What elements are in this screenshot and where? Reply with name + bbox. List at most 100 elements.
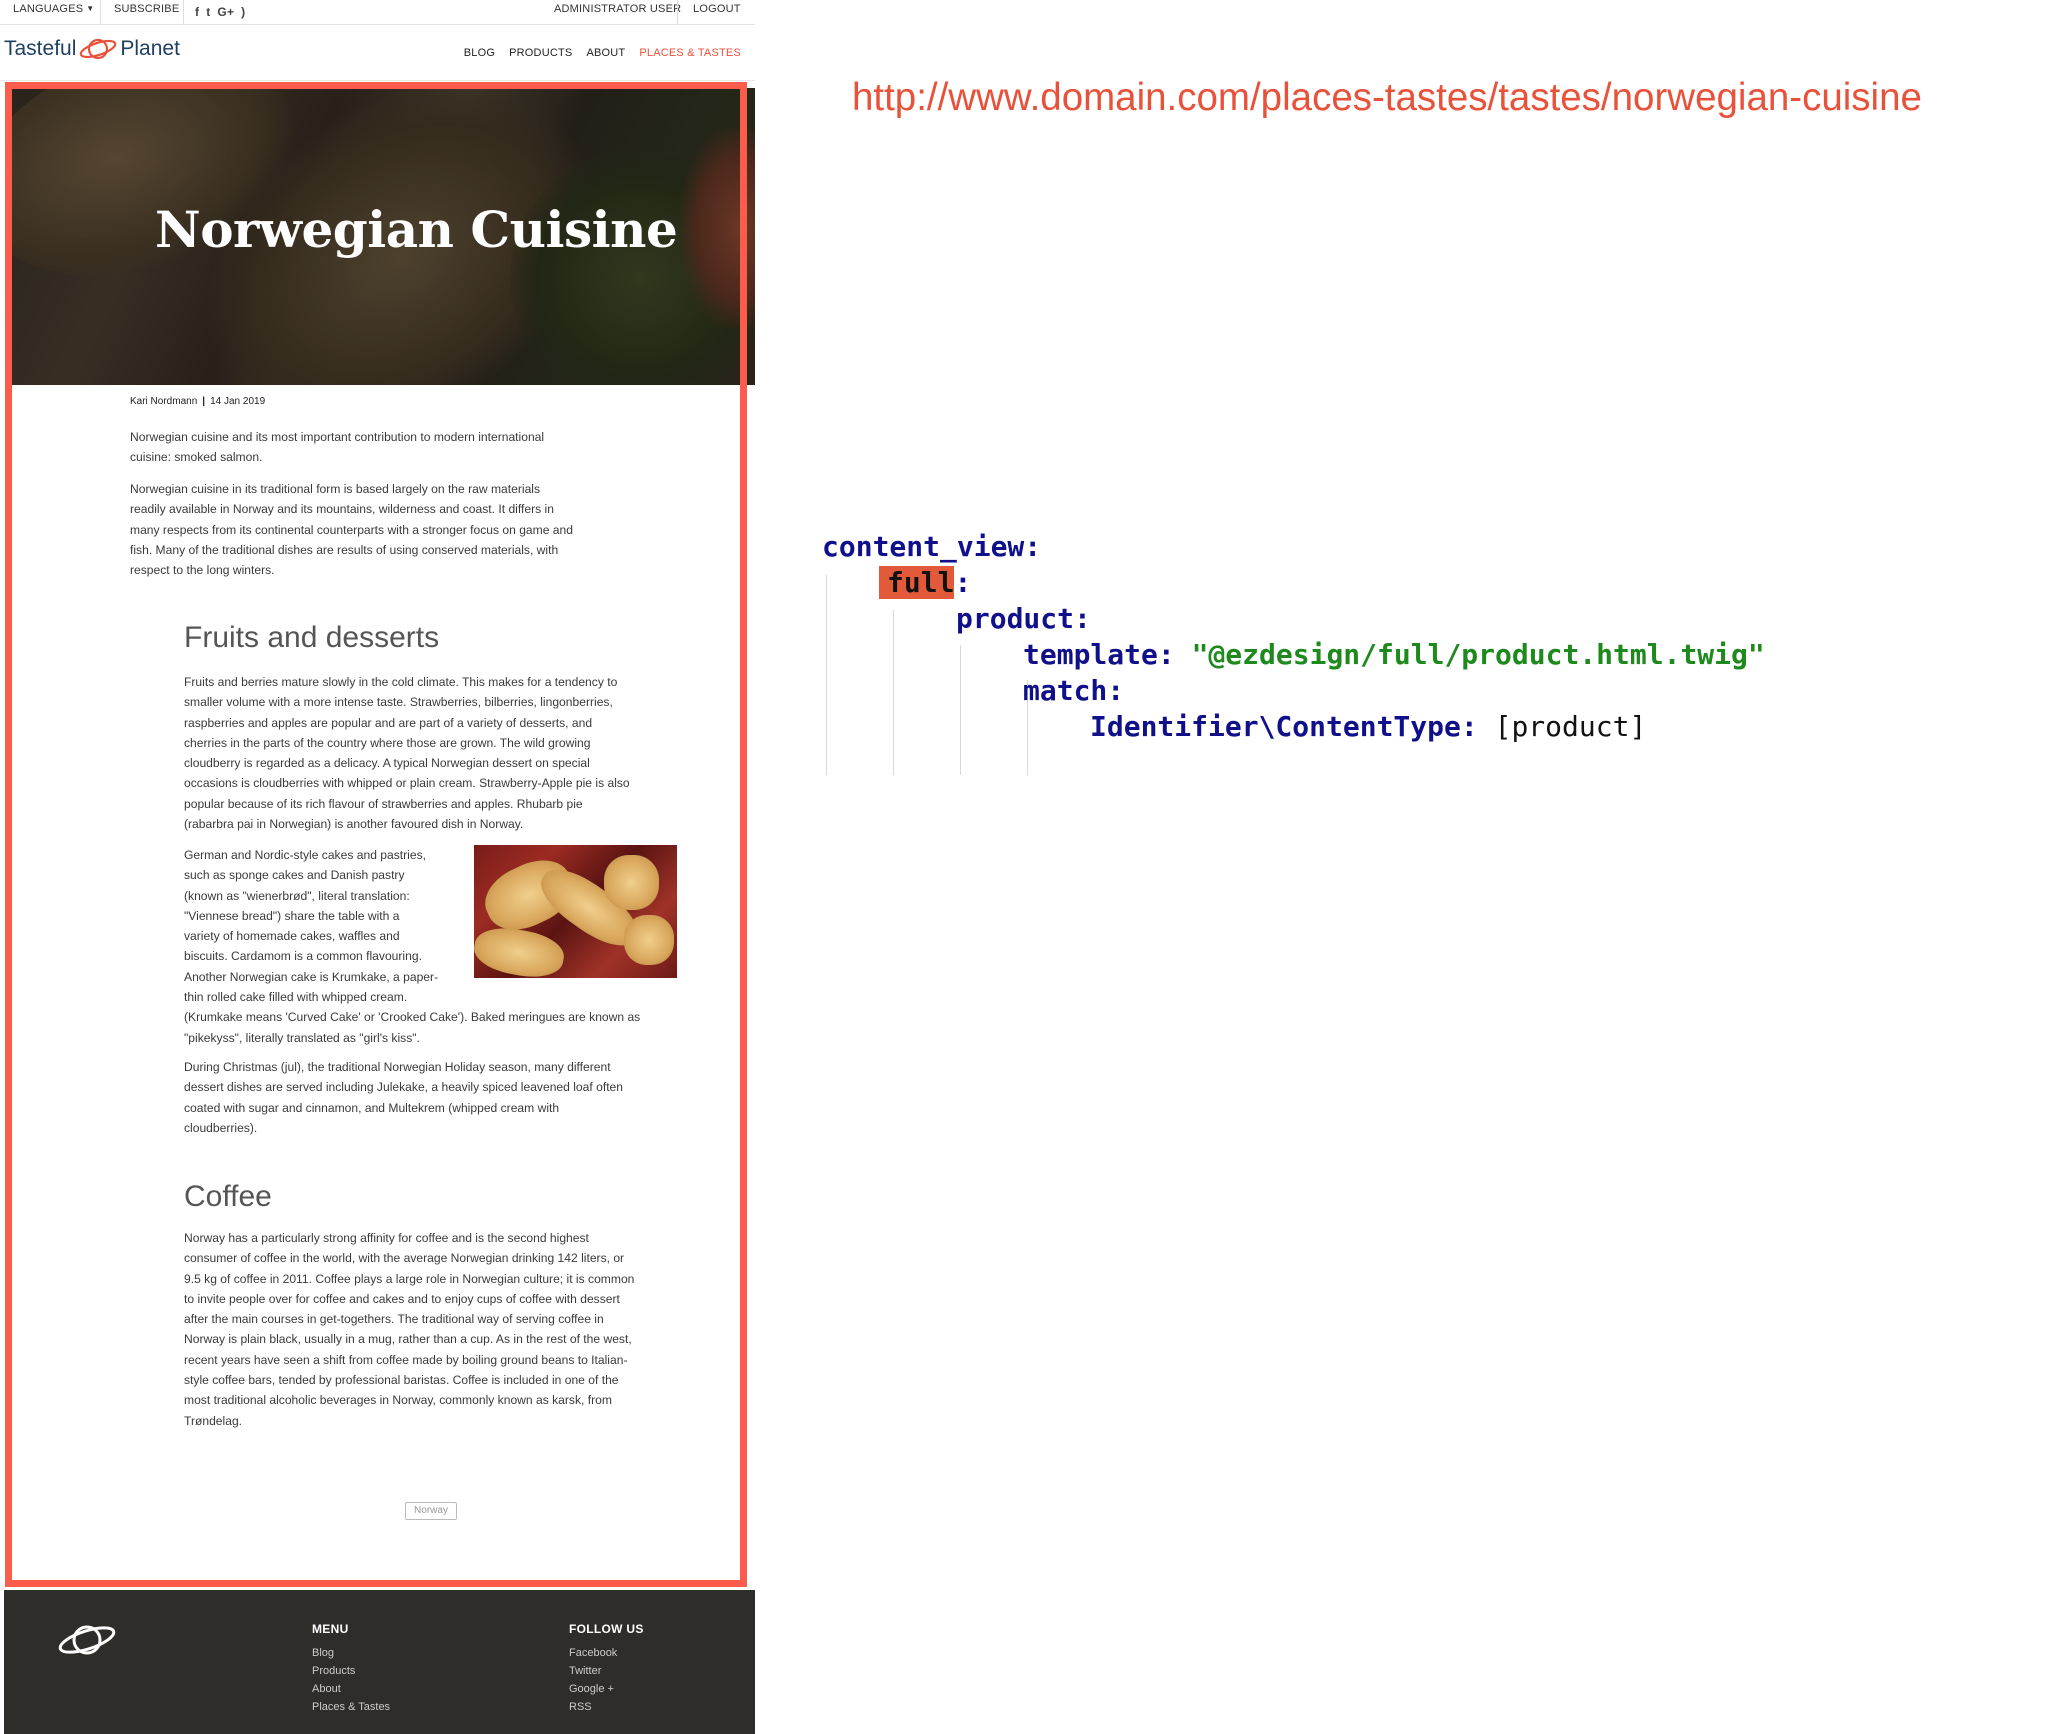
text-line: Norwegian cuisine and its most important… [130, 430, 545, 444]
text-line: German and Nordic-style cakes and pastri… [184, 848, 426, 862]
divider [100, 0, 101, 24]
text-line: smaller volume with a more intense taste… [184, 695, 613, 710]
nav-products[interactable]: PRODUCTS [509, 47, 572, 59]
main-nav: BLOG PRODUCTS ABOUT PLACES & TASTES [464, 47, 741, 59]
indent-guide [960, 645, 962, 775]
footer-link-google-plus[interactable]: Google + [569, 1680, 644, 1698]
logo-text-right: Planet [120, 37, 180, 60]
code-line-product: product: [956, 602, 1091, 635]
footer-link-twitter[interactable]: Twitter [569, 1662, 644, 1680]
rss-icon[interactable]: ) [241, 3, 245, 21]
google-plus-icon[interactable]: G+ [217, 3, 234, 21]
section-heading-coffee: Coffee [184, 1180, 272, 1213]
intro-paragraph: Norwegian cuisine and its most important… [130, 427, 544, 468]
text-line: raspberries and apples are popular and a… [184, 715, 593, 730]
yaml-config-snippet: content_view: full: product: template: "… [822, 530, 1822, 780]
subscribe-link[interactable]: SUBSCRIBE [114, 0, 179, 24]
site-header: Tasteful Planet BLOG PRODUCTS ABOUT PLAC… [0, 25, 755, 81]
social-links: f t G+ ) [195, 0, 245, 24]
nav-places-tastes[interactable]: PLACES & TASTES [639, 47, 741, 59]
text-line: most traditional alcoholic beverages in … [184, 1393, 612, 1408]
text-line: "Viennese bread") share the table with a [184, 908, 400, 923]
page-url-annotation: http://www.domain.com/places-tastes/tast… [852, 76, 1922, 119]
text-line: (Krumkake means 'Curved Cake' or 'Crooke… [184, 1010, 641, 1025]
publish-date: 14 Jan 2019 [210, 396, 266, 407]
paragraph: German and Nordic-style cakes and pastri… [184, 845, 640, 1048]
text-line: Norwegian cuisine in its traditional for… [130, 482, 541, 496]
languages-dropdown[interactable]: LANGUAGES ▼ [13, 0, 94, 24]
code-key: Identifier\ContentType: [1090, 710, 1478, 743]
paragraph: Fruits and berries mature slowly in the … [184, 672, 630, 834]
text-line: respect to the long winters. [130, 563, 275, 578]
tag-norway[interactable]: Norway [405, 1502, 457, 1520]
footer-link-products[interactable]: Products [312, 1662, 390, 1680]
indent-guide [893, 610, 895, 775]
footer-menu-title: MENU [312, 1622, 349, 1636]
code-key: template: [1023, 638, 1175, 671]
text-line: occasions is cloudberries with whipped o… [184, 776, 630, 791]
text-line: cuisine: smoked salmon. [130, 450, 263, 465]
text-line: cherries in the parts of the country whe… [184, 735, 591, 750]
code-string: "@ezdesign/full/product.html.twig" [1191, 638, 1765, 671]
logout-link[interactable]: LOGOUT [693, 0, 741, 24]
text-line: Fruits and berries mature slowly in the … [184, 675, 618, 689]
nav-about[interactable]: ABOUT [586, 47, 625, 59]
text-line: (known as "wienerbrød", literal translat… [184, 888, 410, 903]
text-line: style coffee bars, tended by professiona… [184, 1373, 619, 1388]
text-line: Trøndelag. [184, 1413, 243, 1428]
code-line-identifier: Identifier\ContentType: [product] [1090, 710, 1646, 743]
footer-link-blog[interactable]: Blog [312, 1644, 390, 1662]
footer-link-rss[interactable]: RSS [569, 1698, 644, 1716]
text-line: Another Norwegian cake is Krumkake, a pa… [184, 969, 439, 984]
footer-link-places-tastes[interactable]: Places & Tastes [312, 1698, 390, 1716]
caret-down-icon: ▼ [86, 4, 95, 13]
planet-logo-icon[interactable] [56, 1620, 118, 1660]
admin-user-link[interactable]: ADMINISTRATOR USER [554, 0, 681, 24]
site-footer: MENU Blog Products About Places & Tastes… [4, 1590, 755, 1734]
website-screenshot: LANGUAGES ▼ SUBSCRIBE f t G+ ) ADMINISTRA… [0, 0, 755, 1734]
indent-guide [826, 575, 828, 775]
code-colon: : [954, 566, 972, 599]
text-line: thin rolled cake filled with whipped cre… [184, 990, 408, 1005]
divider [183, 0, 184, 24]
text-line: dessert dishes are served including Jule… [184, 1080, 624, 1095]
paragraph: Norwegian cuisine in its traditional for… [130, 479, 573, 580]
hero-banner: Norwegian Cuisine [10, 88, 755, 385]
languages-label: LANGUAGES [13, 3, 84, 15]
text-line: Norway has a particularly strong affinit… [184, 1231, 589, 1245]
article-title: Norwegian Cuisine [155, 200, 678, 259]
text-line: such as sponge cakes and Danish pastry [184, 868, 405, 883]
twitter-icon[interactable]: t [206, 3, 210, 21]
text-line: consumer of coffee in the world, with th… [184, 1251, 625, 1266]
text-line: cloudberries). [184, 1120, 258, 1135]
site-logo[interactable]: Tasteful Planet [4, 36, 180, 62]
text-line: to invite people over for coffee and cak… [184, 1291, 620, 1306]
section-heading-fruits: Fruits and desserts [184, 621, 440, 654]
nav-blog[interactable]: BLOG [464, 47, 495, 59]
text-line: During Christmas (jul), the traditional … [184, 1060, 611, 1074]
text-line: (rabarbra pai in Norwegian) is another f… [184, 817, 524, 832]
meta-separator: | [202, 396, 206, 407]
text-line: coated with sugar and cinnamon, and Mult… [184, 1100, 560, 1115]
facebook-icon[interactable]: f [195, 3, 199, 21]
text-line: popular because of its rich flavour of s… [184, 796, 583, 811]
text-line: many respects from its continental count… [130, 522, 573, 537]
highlighted-full-key: full [879, 566, 955, 599]
utility-bar: LANGUAGES ▼ SUBSCRIBE f t G+ ) ADMINISTRA… [0, 0, 755, 25]
text-line: fish. Many of the traditional dishes are… [130, 542, 559, 557]
footer-menu: MENU Blog Products About Places & Tastes [312, 1622, 390, 1716]
paragraph: During Christmas (jul), the traditional … [184, 1057, 623, 1138]
text-line: after the main courses in get-togethers.… [184, 1312, 604, 1327]
code-value: [product] [1494, 710, 1647, 743]
text-line: "pikekyss", literally translated as "gir… [184, 1030, 420, 1045]
footer-link-about[interactable]: About [312, 1680, 390, 1698]
code-line-full: full: [879, 566, 971, 599]
text-line: readily available in Norway and its moun… [130, 502, 554, 517]
footer-follow-title: FOLLOW US [569, 1622, 644, 1636]
code-line-content-view: content_view: [822, 530, 1042, 563]
paragraph: Norway has a particularly strong affinit… [184, 1228, 634, 1431]
footer-link-facebook[interactable]: Facebook [569, 1644, 644, 1662]
logo-text-left: Tasteful [4, 37, 77, 60]
text-line: 9.5 kg of coffee in 2011. Coffee plays a… [184, 1271, 635, 1286]
text-line: recent years have seen a shift from coff… [184, 1352, 628, 1367]
